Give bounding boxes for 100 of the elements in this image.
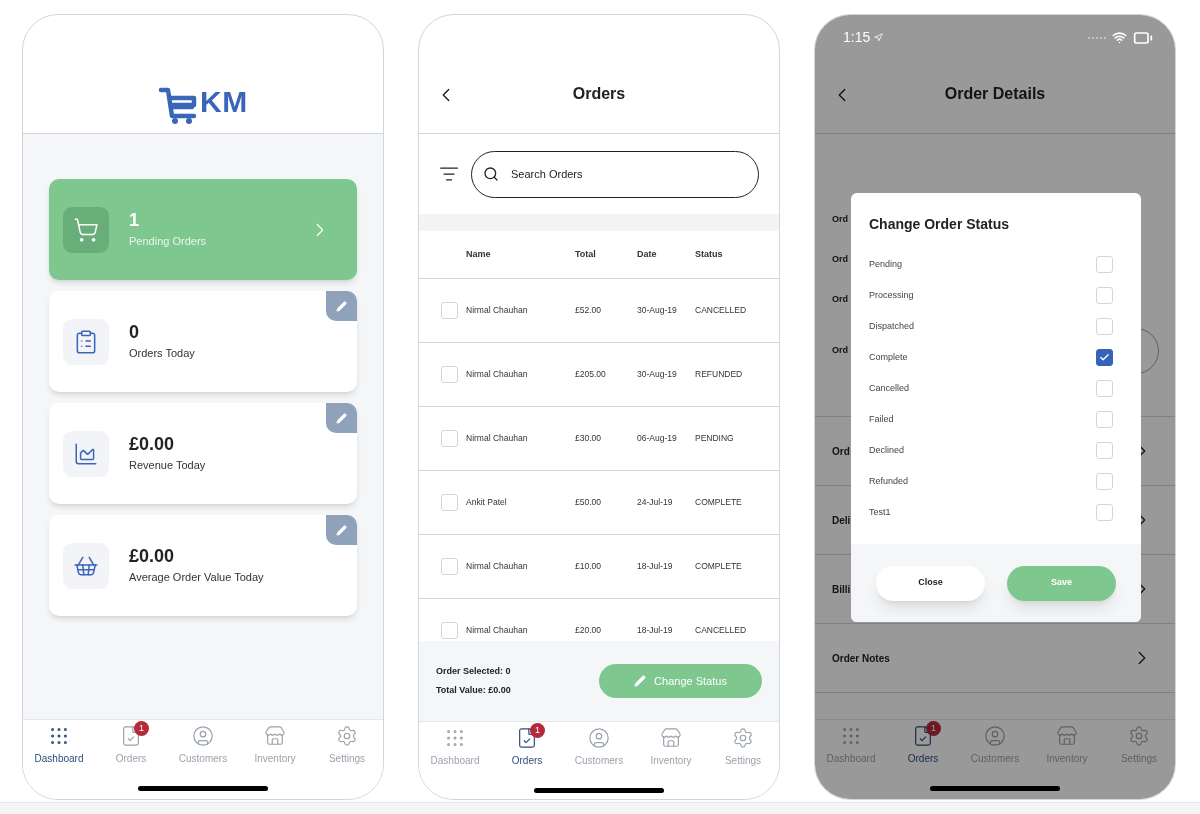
user-icon <box>192 725 214 747</box>
option-label: Cancelled <box>869 381 910 395</box>
tab[interactable]: Dashboard <box>422 727 488 768</box>
stat-card[interactable]: 1 Pending Orders <box>49 179 357 280</box>
row-label: Ord <box>832 344 848 358</box>
signal-icon <box>1088 35 1106 40</box>
table-cell-text: 24-Jul-19 <box>637 496 674 509</box>
table-cell-text: £50.00 <box>575 496 602 509</box>
row-label: Ord <box>832 293 848 307</box>
pencil-icon <box>336 412 347 424</box>
settings-icon <box>336 725 358 747</box>
table-cell-text: Ankit Patel <box>466 496 508 509</box>
option-label: Declined <box>869 443 905 457</box>
row-label: Billi <box>832 582 851 597</box>
stat-label: Revenue Today <box>129 458 206 474</box>
tab[interactable]: Inventory <box>242 725 308 766</box>
table-cell-text: Nirmal Chauhan <box>466 432 529 445</box>
table-cell-text: Nirmal Chauhan <box>466 624 529 637</box>
store-icon <box>660 727 682 749</box>
table-cell-text: Nirmal Chauhan <box>466 368 529 381</box>
screen-title: Order Details <box>944 84 1046 104</box>
column-header: Name <box>466 247 492 261</box>
stat-value: 0 <box>129 321 140 344</box>
column-header: Status <box>695 247 724 261</box>
stat-card[interactable]: 0 Orders Today <box>49 291 357 392</box>
row-label: Ord <box>832 253 848 267</box>
dashboard-icon <box>48 725 70 747</box>
row-label: Ord <box>832 213 848 227</box>
user-icon <box>588 727 610 749</box>
screen-title: Orders <box>572 84 626 104</box>
stat-label: Average Order Value Today <box>129 570 264 586</box>
stat-card[interactable]: £0.00 Average Order Value Today <box>49 515 357 616</box>
checkbox[interactable] <box>1096 349 1113 366</box>
table-cell-text: £20.00 <box>575 624 602 637</box>
column-header: Total <box>575 247 597 261</box>
tab[interactable]: Settings <box>314 725 380 766</box>
tab[interactable]: Settings <box>1106 725 1172 766</box>
store-icon <box>1056 725 1078 747</box>
search-icon <box>483 166 499 182</box>
table-cell-text: CANCELLED <box>695 624 748 637</box>
pencil-icon <box>336 300 347 312</box>
table-cell-text: £205.00 <box>575 368 607 381</box>
edit-button[interactable] <box>326 515 357 545</box>
column-header: Date <box>637 247 658 261</box>
save-button[interactable]: Save <box>1007 565 1116 601</box>
option-label: Pending <box>869 257 903 271</box>
table-cell-text: COMPLETE <box>695 560 743 573</box>
tab[interactable]: Dashboard <box>26 725 92 766</box>
pencil-icon <box>634 675 647 687</box>
table-cell-text: 30-Aug-19 <box>637 304 678 317</box>
edit-button[interactable] <box>326 291 357 321</box>
table-cell-text: COMPLETE <box>695 496 743 509</box>
table-cell-text: 18-Jul-19 <box>637 624 674 637</box>
settings-icon <box>732 727 754 749</box>
cart-icon <box>73 216 99 243</box>
stat-label: Orders Today <box>129 346 195 362</box>
dashboard-icon <box>840 725 862 747</box>
logo-cart-icon <box>157 85 198 125</box>
stat-card[interactable]: £0.00 Revenue Today <box>49 403 357 504</box>
tab[interactable]: Customers <box>170 725 236 766</box>
notification-badge: 1 <box>134 721 149 736</box>
wifi-icon <box>1112 30 1127 45</box>
option-label: Test1 <box>869 505 891 519</box>
table-cell-text: £10.00 <box>575 560 602 573</box>
location-icon <box>874 33 884 42</box>
search-field[interactable]: Search Orders <box>471 150 759 198</box>
option-label: Complete <box>869 350 908 364</box>
row-label: Order Notes <box>832 651 890 666</box>
tab[interactable]: Customers <box>962 725 1028 766</box>
tab[interactable]: Settings <box>710 727 776 768</box>
table-cell-text: PENDING <box>695 432 735 445</box>
table-cell-text: 18-Jul-19 <box>637 560 674 573</box>
table-cell-text: 30-Aug-19 <box>637 368 678 381</box>
close-button[interactable]: Close <box>876 565 985 601</box>
table-cell-text: CANCELLED <box>695 304 748 317</box>
status-time: 1:15 <box>843 28 871 47</box>
row-label: Deli <box>832 513 851 528</box>
change-status-button[interactable]: Change Status <box>599 664 762 698</box>
table-cell-text: £52.00 <box>575 304 602 317</box>
dashboard-icon <box>444 727 466 749</box>
option-label: Dispatched <box>869 319 915 333</box>
document-icon <box>912 725 934 747</box>
stat-value: 1 <box>129 209 140 232</box>
table-cell-text: Nirmal Chauhan <box>466 560 529 573</box>
document-icon <box>120 725 142 747</box>
stat-value: £0.00 <box>129 545 176 568</box>
summary-text: Order Selected: 0 <box>436 665 511 678</box>
tab[interactable]: Inventory <box>1034 725 1100 766</box>
notification-badge: 1 <box>530 723 545 738</box>
dialog-title: Change Order Status <box>868 215 1011 234</box>
tab[interactable]: Inventory <box>638 727 704 768</box>
settings-icon <box>1128 725 1150 747</box>
edit-button[interactable] <box>326 403 357 433</box>
row-label: Ord <box>832 444 850 459</box>
tab[interactable]: Customers <box>566 727 632 768</box>
table-cell-text: Nirmal Chauhan <box>466 304 529 317</box>
tab[interactable]: Dashboard <box>818 725 884 766</box>
stat-label: Pending Orders <box>129 234 207 250</box>
pencil-icon <box>336 524 347 536</box>
document-icon <box>516 727 538 749</box>
